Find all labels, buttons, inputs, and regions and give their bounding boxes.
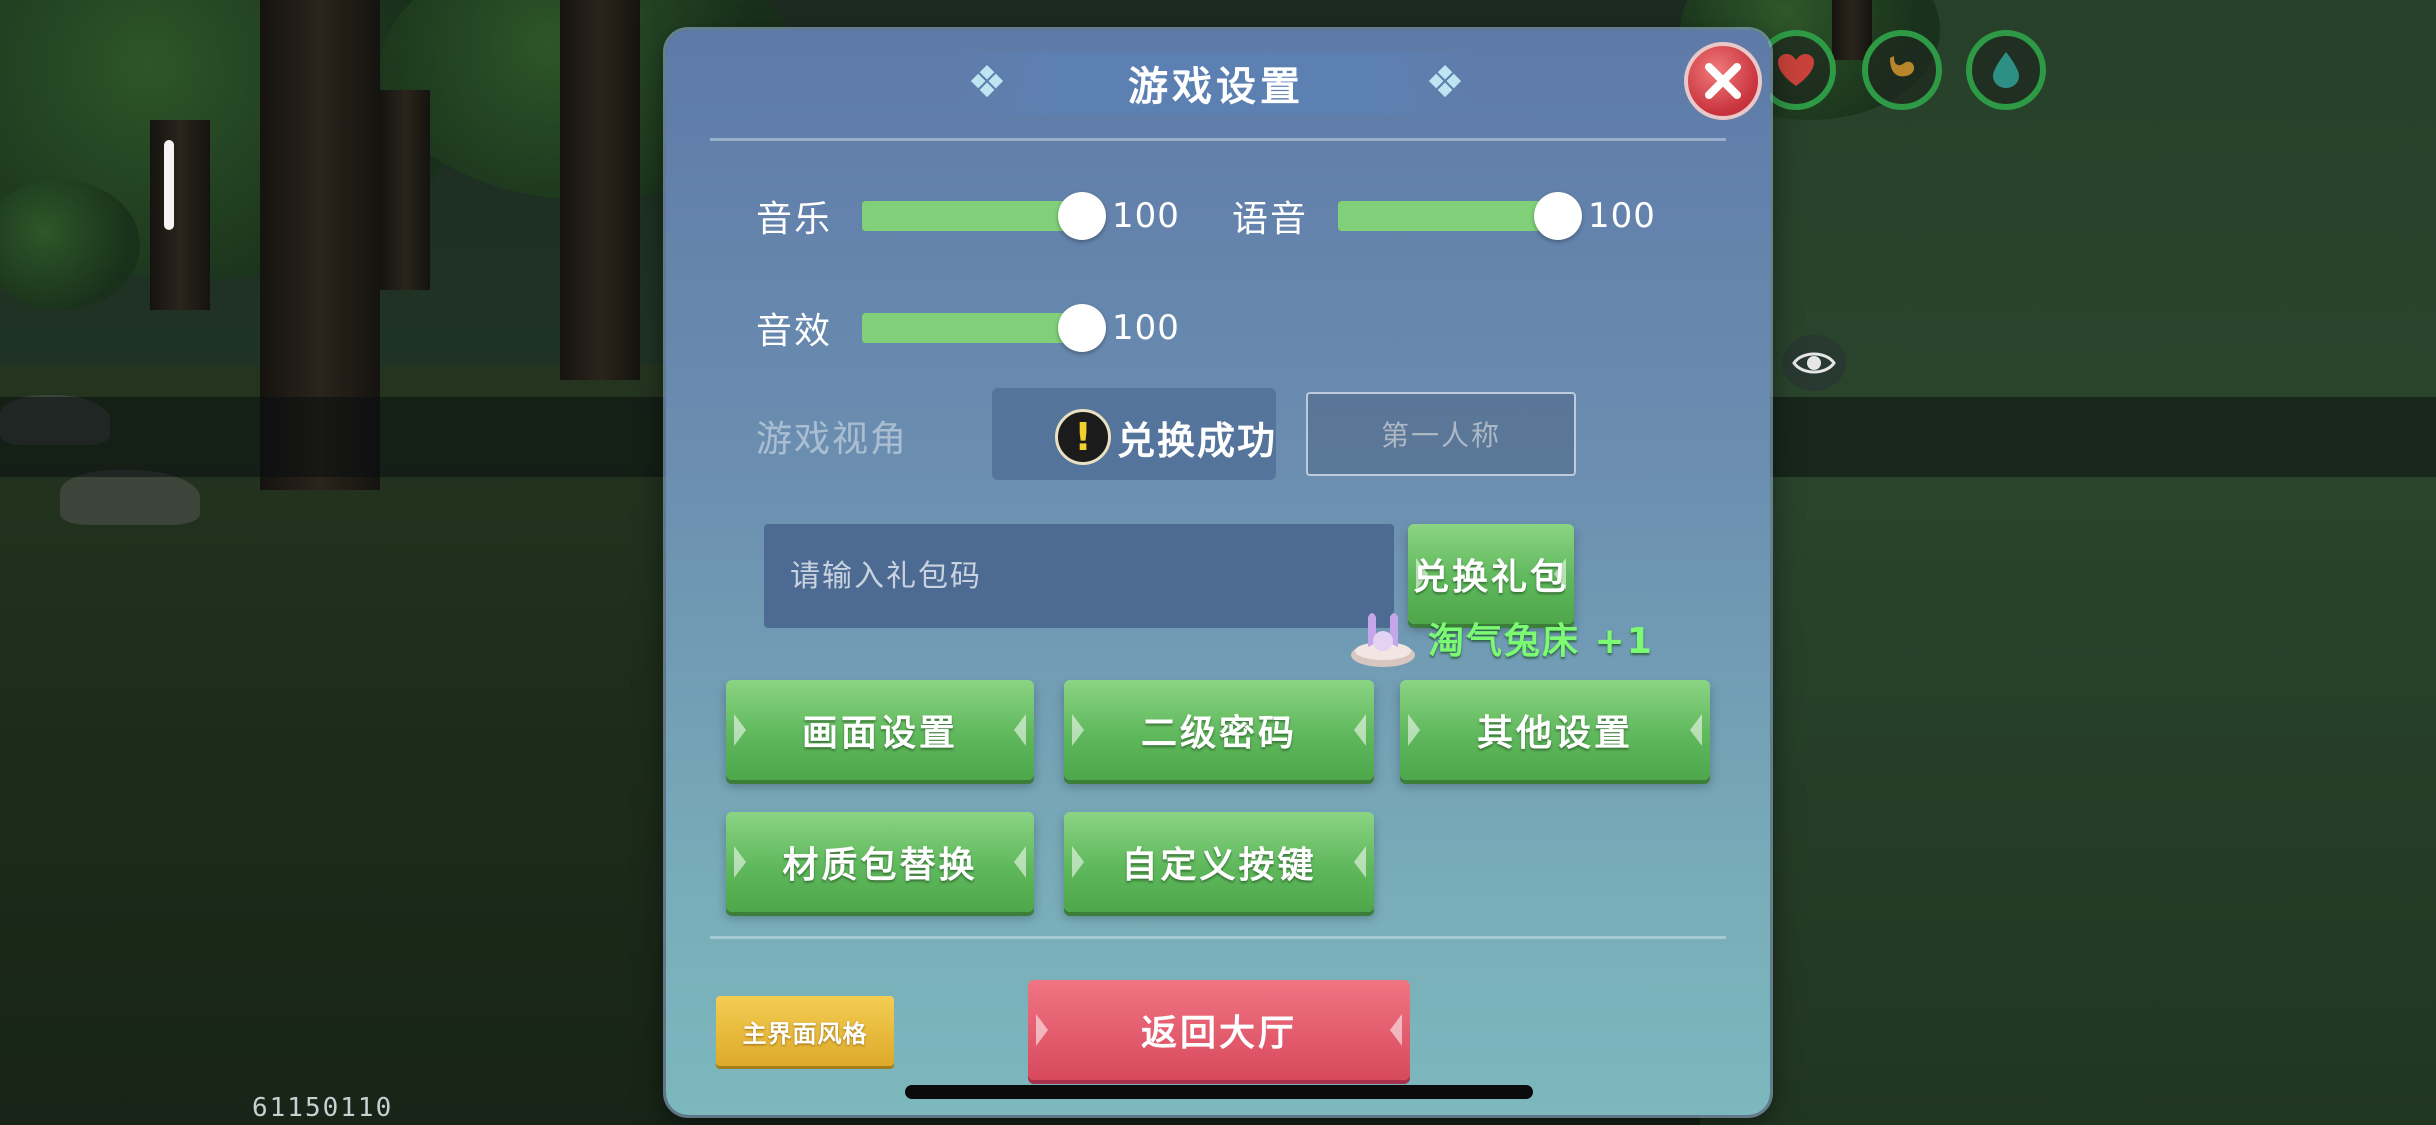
ornament-left-icon: ❖ xyxy=(967,57,1007,108)
custom-keys-button[interactable]: 自定义按键 xyxy=(1064,812,1374,912)
ornament-right-icon: ❖ xyxy=(1425,57,1465,108)
voice-slider-knob[interactable] xyxy=(1534,192,1582,240)
settings-panel: ❖ 游戏设置 ❖ 音乐 100 语音 100 音效 100 游戏视角 第一人称 … xyxy=(666,30,1770,1115)
title-plate: ❖ 游戏设置 ❖ xyxy=(956,52,1476,114)
view-mode-label: 游戏视角 xyxy=(756,419,909,460)
sfx-slider-knob[interactable] xyxy=(1058,304,1106,352)
second-password-button[interactable]: 二级密码 xyxy=(1064,680,1374,780)
grass-hill xyxy=(1700,0,2436,1125)
sfx-value: 100 xyxy=(1112,308,1180,348)
voice-slider[interactable] xyxy=(1338,192,1582,240)
divider-top xyxy=(710,138,1726,141)
music-label: 音乐 xyxy=(756,199,833,240)
tree-trunk xyxy=(380,90,430,290)
build-id: 61150110 xyxy=(252,1093,394,1123)
return-lobby-button[interactable]: 返回大厅 xyxy=(1028,980,1410,1080)
sfx-slider-row: 音效 100 xyxy=(756,302,1180,354)
voice-slider-row: 语音 100 xyxy=(1232,190,1656,242)
voice-slider-fill xyxy=(1338,201,1558,231)
main-ui-style-button[interactable]: 主界面风格 xyxy=(716,996,894,1066)
bunny-bed-icon xyxy=(1348,603,1418,673)
music-slider-fill xyxy=(862,201,1082,231)
other-settings-button[interactable]: 其他设置 xyxy=(1400,680,1710,780)
toast: ! 兑换成功 xyxy=(1055,405,1277,469)
close-icon xyxy=(1705,63,1741,99)
reward-popup: 淘气兔床 +1 xyxy=(1348,603,1654,673)
music-value: 100 xyxy=(1112,196,1180,236)
voice-label: 语音 xyxy=(1232,199,1309,240)
rock xyxy=(60,470,200,525)
sfx-label: 音效 xyxy=(756,311,833,352)
stamina-bar xyxy=(164,140,174,230)
panel-title: 游戏设置 xyxy=(1128,64,1304,110)
tree-trunk xyxy=(560,0,640,380)
music-slider-row: 音乐 100 xyxy=(756,190,1180,242)
sfx-slider[interactable] xyxy=(862,304,1106,352)
divider-bottom xyxy=(710,936,1726,939)
graphics-settings-button[interactable]: 画面设置 xyxy=(726,680,1034,780)
home-indicator[interactable] xyxy=(905,1085,1533,1099)
eye-icon[interactable] xyxy=(1782,335,1846,391)
view-option-first-person[interactable]: 第一人称 xyxy=(1306,392,1576,476)
reward-text: 淘气兔床 +1 xyxy=(1428,621,1654,662)
game-screen: 61150110 ❖ 游戏设置 ❖ 音乐 100 语音 100 音效 100 游… xyxy=(0,0,2436,1125)
water-drop-icon xyxy=(1966,30,2046,110)
exclamation-icon: ! xyxy=(1055,409,1111,465)
stomach-icon xyxy=(1862,30,1942,110)
music-slider-knob[interactable] xyxy=(1058,192,1106,240)
music-slider[interactable] xyxy=(862,192,1106,240)
gift-code-input[interactable] xyxy=(764,524,1394,628)
toast-text: 兑换成功 xyxy=(1117,418,1278,463)
close-button[interactable] xyxy=(1684,42,1762,120)
texture-pack-button[interactable]: 材质包替换 xyxy=(726,812,1034,912)
sfx-slider-fill xyxy=(862,313,1082,343)
voice-value: 100 xyxy=(1588,196,1656,236)
tree-trunk xyxy=(150,120,210,310)
